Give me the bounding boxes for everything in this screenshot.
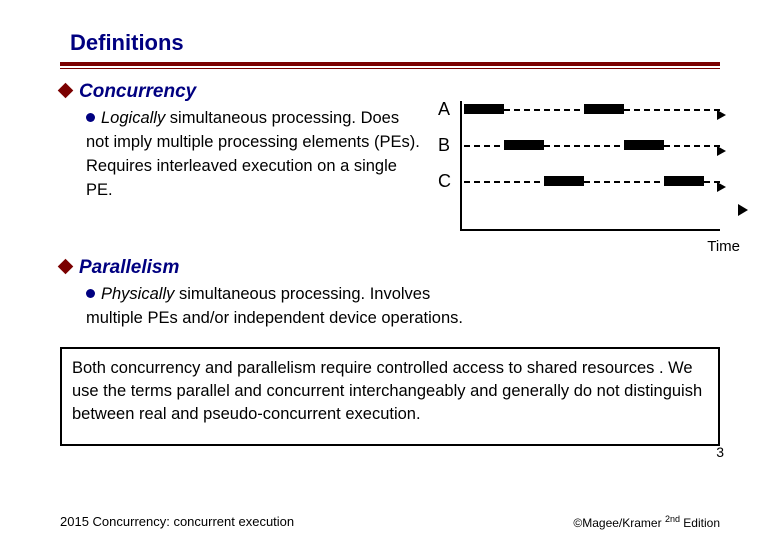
lane-a-seg2 (584, 104, 624, 114)
section1-head-text: Concurrency (79, 81, 196, 102)
x-axis (460, 229, 720, 231)
timeline-diagram: A B C Time (438, 101, 720, 251)
title-rule-thin (60, 68, 720, 69)
title-rule-thick (60, 62, 720, 66)
lane-c-seg2 (664, 176, 704, 186)
footer-left: 2015 Concurrency: concurrent execution (60, 514, 294, 530)
section2-italic: Physically (101, 285, 174, 303)
bullet-icon (86, 113, 95, 122)
arrow-icon (717, 110, 726, 120)
arrow-icon (717, 146, 726, 156)
diamond-icon (58, 83, 74, 99)
section-head-concurrency: Concurrency (60, 81, 420, 103)
section-head-parallelism: Parallelism (60, 257, 720, 279)
summary-text: Both concurrency and parallelism require… (72, 359, 702, 423)
page-number: 3 (716, 443, 724, 463)
time-axis-label: Time (707, 238, 740, 255)
summary-box: Both concurrency and parallelism require… (60, 347, 720, 446)
lane-label-b: B (438, 135, 450, 156)
x-axis-arrow-icon (738, 204, 748, 216)
lane-b-seg1 (504, 140, 544, 150)
arrow-icon (717, 182, 726, 192)
lane-b-seg2 (624, 140, 664, 150)
y-axis (460, 101, 462, 231)
diamond-icon (58, 259, 74, 275)
bullet-icon (86, 289, 95, 298)
lane-label-c: C (438, 171, 451, 192)
lane-a-seg1 (464, 104, 504, 114)
section2-head-text: Parallelism (79, 257, 179, 278)
footer-right: ©Magee/Kramer 2nd Edition (573, 514, 720, 530)
section1-body: Logically simultaneous processing. Does … (86, 107, 420, 203)
lane-b-track (464, 145, 720, 147)
section1-italic: Logically (101, 109, 165, 127)
section2-body: Physically simultaneous processing. Invo… (86, 283, 466, 331)
slide-footer: 2015 Concurrency: concurrent execution ©… (60, 514, 720, 530)
lane-label-a: A (438, 99, 450, 120)
slide-title: Definitions (70, 30, 720, 56)
lane-c-seg1 (544, 176, 584, 186)
